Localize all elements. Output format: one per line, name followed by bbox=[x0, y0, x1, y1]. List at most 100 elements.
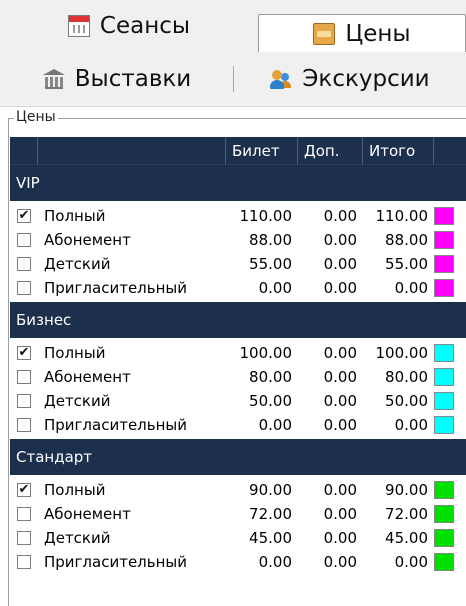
price-name: Пригласительный bbox=[44, 553, 187, 571]
color-swatch[interactable] bbox=[434, 481, 454, 499]
checkbox-unchecked[interactable] bbox=[17, 257, 31, 271]
tab-prices[interactable]: Цены bbox=[258, 14, 466, 52]
price-name: Полный bbox=[44, 344, 106, 362]
color-swatch[interactable] bbox=[434, 368, 454, 386]
price-row[interactable]: Детский 55.00 0.00 55.00 bbox=[10, 253, 466, 275]
price-name: Пригласительный bbox=[44, 416, 187, 434]
ticket-price: 50.00 bbox=[249, 392, 292, 410]
ticket-price: 80.00 bbox=[249, 368, 292, 386]
row-checkbox-cell: ✔ bbox=[10, 209, 38, 223]
checkbox-unchecked[interactable] bbox=[17, 555, 31, 569]
extra-price: 0.00 bbox=[323, 368, 357, 386]
checkbox-unchecked[interactable] bbox=[17, 531, 31, 545]
price-row[interactable]: Абонемент 80.00 0.00 80.00 bbox=[10, 366, 466, 388]
price-row[interactable]: ✔ Полный 90.00 0.00 90.00 bbox=[10, 479, 466, 501]
color-swatch[interactable] bbox=[434, 505, 454, 523]
color-swatch[interactable] bbox=[434, 529, 454, 547]
checkbox-unchecked[interactable] bbox=[17, 394, 31, 408]
checkbox-unchecked[interactable] bbox=[17, 418, 31, 432]
price-row[interactable]: ✔ Полный 110.00 0.00 110.00 bbox=[10, 205, 466, 227]
row-checkbox-cell bbox=[10, 257, 38, 271]
grid-body: VIP ✔ Полный 110.00 0.00 110.00 Абонемент 88.00… bbox=[10, 165, 466, 576]
row-checkbox-cell bbox=[10, 370, 38, 384]
tab-row-top: Сеансы Цены bbox=[0, 0, 466, 52]
ticket-price: 72.00 bbox=[249, 505, 292, 523]
total-price: 55.00 bbox=[385, 255, 428, 273]
extra-price: 0.00 bbox=[323, 344, 357, 362]
color-swatch[interactable] bbox=[434, 392, 454, 410]
row-checkbox-cell bbox=[10, 507, 38, 521]
prices-groupbox-label: Цены bbox=[14, 109, 58, 125]
color-swatch[interactable] bbox=[434, 231, 454, 249]
color-cell bbox=[434, 231, 466, 249]
price-name: Абонемент bbox=[44, 231, 131, 249]
price-row[interactable]: Детский 50.00 0.00 50.00 bbox=[10, 390, 466, 412]
tab-exhibitions[interactable]: Выставки bbox=[0, 52, 234, 106]
price-name: Абонемент bbox=[44, 368, 131, 386]
color-swatch[interactable] bbox=[434, 416, 454, 434]
price-row[interactable]: Пригласительный 0.00 0.00 0.00 bbox=[10, 414, 466, 436]
price-row[interactable]: ✔ Полный 100.00 0.00 100.00 bbox=[10, 342, 466, 364]
price-row[interactable]: Абонемент 88.00 0.00 88.00 bbox=[10, 229, 466, 251]
color-swatch[interactable] bbox=[434, 279, 454, 297]
color-swatch[interactable] bbox=[434, 344, 454, 362]
total-price: 0.00 bbox=[394, 416, 428, 434]
checkbox-checked[interactable]: ✔ bbox=[17, 209, 31, 223]
section-end-gap bbox=[10, 573, 466, 576]
tour-icon bbox=[270, 68, 292, 90]
tab-sessions-label: Сеансы bbox=[99, 13, 191, 39]
checkbox-unchecked[interactable] bbox=[17, 370, 31, 384]
section-header[interactable]: Бизнес bbox=[10, 302, 466, 338]
extra-price: 0.00 bbox=[323, 392, 357, 410]
price-row[interactable]: Детский 45.00 0.00 45.00 bbox=[10, 527, 466, 549]
checkbox-checked[interactable]: ✔ bbox=[17, 483, 31, 497]
price-icon bbox=[313, 22, 336, 45]
header-extra-column[interactable]: Доп. bbox=[298, 137, 363, 164]
checkbox-unchecked[interactable] bbox=[17, 281, 31, 295]
price-name: Полный bbox=[44, 481, 106, 499]
tab-sessions[interactable]: Сеансы bbox=[0, 0, 258, 52]
price-row[interactable]: Абонемент 72.00 0.00 72.00 bbox=[10, 503, 466, 525]
header-ticket-column[interactable]: Билет bbox=[226, 137, 298, 164]
color-swatch[interactable] bbox=[434, 255, 454, 273]
tab-excursions-label: Экскурсии bbox=[302, 66, 430, 92]
extra-price: 0.00 bbox=[323, 255, 357, 273]
section-header[interactable]: Стандарт bbox=[10, 439, 466, 475]
color-cell bbox=[434, 344, 466, 362]
header-check-column[interactable] bbox=[10, 137, 38, 164]
price-name: Детский bbox=[44, 255, 111, 273]
row-checkbox-cell bbox=[10, 281, 38, 295]
header-color-column[interactable] bbox=[434, 137, 466, 164]
color-cell bbox=[434, 481, 466, 499]
extra-price: 0.00 bbox=[323, 553, 357, 571]
total-price: 50.00 bbox=[385, 392, 428, 410]
ticket-price: 0.00 bbox=[258, 553, 292, 571]
color-cell bbox=[434, 255, 466, 273]
extra-price: 0.00 bbox=[323, 505, 357, 523]
row-checkbox-cell bbox=[10, 233, 38, 247]
header-total-column[interactable]: Итого bbox=[363, 137, 434, 164]
checkbox-checked[interactable]: ✔ bbox=[17, 346, 31, 360]
color-swatch[interactable] bbox=[434, 207, 454, 225]
ticket-price: 0.00 bbox=[258, 416, 292, 434]
row-checkbox-cell bbox=[10, 555, 38, 569]
price-row[interactable]: Пригласительный 0.00 0.00 0.00 bbox=[10, 551, 466, 573]
museum-icon bbox=[42, 68, 65, 90]
ticket-price: 55.00 bbox=[249, 255, 292, 273]
price-name: Пригласительный bbox=[44, 279, 187, 297]
price-name: Полный bbox=[44, 207, 106, 225]
tab-excursions[interactable]: Экскурсии bbox=[234, 52, 466, 106]
checkbox-unchecked[interactable] bbox=[17, 507, 31, 521]
price-row[interactable]: Пригласительный 0.00 0.00 0.00 bbox=[10, 277, 466, 299]
checkbox-unchecked[interactable] bbox=[17, 233, 31, 247]
ticket-price: 110.00 bbox=[239, 207, 293, 225]
total-price: 80.00 bbox=[385, 368, 428, 386]
total-price: 88.00 bbox=[385, 231, 428, 249]
row-checkbox-cell bbox=[10, 531, 38, 545]
row-checkbox-cell: ✔ bbox=[10, 346, 38, 360]
tab-exhibitions-label: Выставки bbox=[74, 66, 192, 92]
section-header[interactable]: VIP bbox=[10, 165, 466, 201]
header-name-column[interactable] bbox=[38, 137, 226, 164]
color-swatch[interactable] bbox=[434, 553, 454, 571]
total-price: 45.00 bbox=[385, 529, 428, 547]
